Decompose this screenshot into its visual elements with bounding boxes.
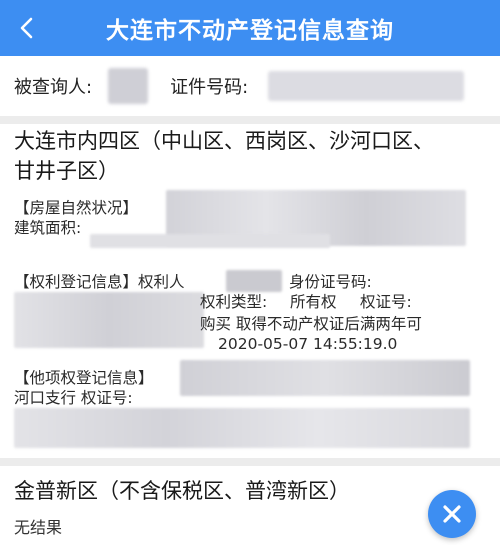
id-number-redacted: [268, 71, 465, 101]
area-value-redacted: [90, 234, 330, 248]
district-title-line2: 甘井子区）: [14, 159, 119, 183]
bank-branch-fragment: 河口支行 权证号:: [14, 389, 133, 407]
id-card-label: 身份证号码:: [289, 273, 372, 291]
no-result-text: 无结果: [14, 518, 63, 537]
house-status-label: 【房屋自然状况】: [14, 199, 139, 217]
owner-name-redacted: [226, 270, 282, 292]
other-rights-redacted: [180, 360, 470, 396]
page-title: 大连市不动产登记信息查询: [106, 18, 394, 44]
purchase-note: 购买 取得不动产权证后满两年可: [200, 315, 422, 333]
back-button[interactable]: [8, 10, 44, 46]
district-title: 金普新区（不含保税区、普湾新区）: [14, 479, 350, 503]
section-divider-2: [0, 458, 500, 466]
rights-type-value: 所有权: [290, 293, 337, 311]
subject-name-redacted: [108, 68, 149, 104]
certificate-label: 权证号:: [360, 293, 412, 311]
rights-type-label: 权利类型:: [200, 293, 268, 311]
other-rights-detail-redacted: [14, 408, 470, 448]
registration-timestamp: 2020-05-07 14:55:19.0: [218, 335, 398, 353]
district-title-line1: 大连市内四区（中山区、西岗区、沙河口区、: [14, 129, 434, 153]
section-divider: [0, 116, 500, 124]
district-section-inner-four: 大连市内四区（中山区、西岗区、沙河口区、 甘井子区） 【房屋自然状况】 建筑面积…: [14, 126, 486, 456]
query-info-row: 被查询人: 证件号码:: [0, 56, 500, 116]
rights-registration-label: 【权利登记信息】权利人: [14, 273, 185, 291]
close-button[interactable]: [428, 490, 476, 538]
id-number-label: 证件号码:: [170, 77, 249, 98]
chevron-left-icon: [20, 17, 33, 39]
rights-details-redacted: [14, 292, 204, 348]
other-rights-label: 【他项权登记信息】: [14, 369, 154, 387]
area-label: 建筑面积:: [14, 219, 82, 237]
close-icon: [443, 505, 461, 523]
app-header: 大连市不动产登记信息查询: [0, 0, 500, 56]
district-section-jinpu: 金普新区（不含保税区、普湾新区） 无结果: [14, 476, 486, 540]
subject-label: 被查询人:: [14, 77, 93, 98]
